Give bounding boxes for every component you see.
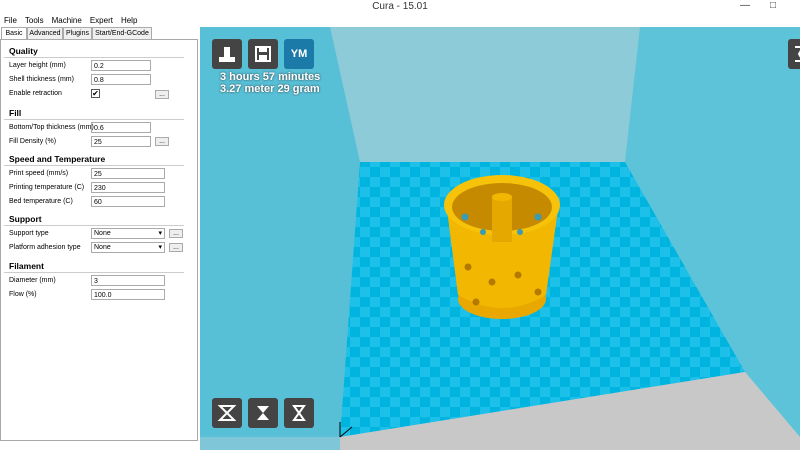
platform-adhesion-select[interactable]: None ▾ <box>91 242 165 253</box>
view-mode-button[interactable] <box>788 39 800 69</box>
section-filament: Filament <box>9 261 44 271</box>
chevron-down-icon: ▾ <box>158 244 162 251</box>
print-speed-input[interactable]: 25 <box>91 168 165 179</box>
layer-height-input[interactable]: 0.2 <box>91 60 151 71</box>
bed-temperature-label: Bed temperature (C) <box>9 198 73 205</box>
section-divider <box>4 225 184 226</box>
bed-temperature-input[interactable]: 60 <box>91 196 165 207</box>
menu-help[interactable]: Help <box>117 14 141 27</box>
section-speed-temperature: Speed and Temperature <box>9 154 106 164</box>
mirror-icon <box>292 405 306 421</box>
minimize-button[interactable]: — <box>734 0 756 14</box>
printing-temperature-input[interactable]: 230 <box>91 182 165 193</box>
rotate-button[interactable] <box>212 398 242 428</box>
print-speed-label: Print speed (mm/s) <box>9 170 69 177</box>
mirror-button[interactable] <box>284 398 314 428</box>
bottom-top-thickness-input[interactable]: 0.6 <box>91 122 151 133</box>
diameter-label: Diameter (mm) <box>9 277 56 284</box>
menu-tools[interactable]: Tools <box>21 14 48 27</box>
printing-temperature-label: Printing temperature (C) <box>9 184 85 191</box>
section-divider <box>4 165 184 166</box>
view-mode-icon <box>795 46 800 62</box>
fill-density-input[interactable]: 25 <box>91 136 151 147</box>
menu-machine[interactable]: Machine <box>48 14 86 27</box>
support-type-select[interactable]: None ▾ <box>91 228 165 239</box>
platform-adhesion-value: None <box>94 244 111 251</box>
rotate-icon <box>217 405 237 421</box>
chevron-down-icon: ▾ <box>158 230 162 237</box>
bottom-top-thickness-label: Bottom/Top thickness (mm) <box>9 124 94 131</box>
support-type-value: None <box>94 230 111 237</box>
platform-adhesion-label: Platform adhesion type <box>9 244 81 251</box>
flow-label: Flow (%) <box>9 291 37 298</box>
section-fill: Fill <box>9 108 22 118</box>
menu-file[interactable]: File <box>0 14 21 27</box>
enable-retraction-label: Enable retraction <box>9 90 62 97</box>
scale-icon <box>257 406 269 420</box>
retraction-more-button[interactable]: ... <box>155 90 169 99</box>
enable-retraction-checkbox[interactable]: ✔ <box>91 89 100 98</box>
model-cylinder[interactable] <box>444 175 560 319</box>
section-support: Support <box>9 214 42 224</box>
support-more-button[interactable]: ... <box>169 229 183 238</box>
title-bar: Cura - 15.01 — □ <box>0 0 800 14</box>
shell-thickness-input[interactable]: 0.8 <box>91 74 151 85</box>
section-divider <box>4 119 184 120</box>
print-material-text: 3.27 meter 29 gram <box>220 83 320 95</box>
window-title: Cura - 15.01 <box>372 1 428 12</box>
save-gcode-button[interactable] <box>248 39 278 69</box>
menu-bar: File Tools Machine Expert Help <box>0 14 200 27</box>
adhesion-more-button[interactable]: ... <box>169 243 183 252</box>
fill-more-button[interactable]: ... <box>155 137 169 146</box>
section-divider <box>4 272 184 273</box>
fill-density-label: Fill Density (%) <box>9 138 57 145</box>
layer-height-label: Layer height (mm) <box>9 62 66 69</box>
shell-thickness-label: Shell thickness (mm) <box>9 76 74 83</box>
flow-input[interactable]: 100.0 <box>91 289 165 300</box>
tab-plugins[interactable]: Plugins <box>63 27 92 39</box>
diameter-input[interactable]: 3 <box>91 275 165 286</box>
tab-start-end-gcode[interactable]: Start/End-GCode <box>92 27 152 39</box>
save-icon <box>255 46 271 62</box>
section-quality: Quality <box>9 46 38 56</box>
load-model-button[interactable] <box>212 39 242 69</box>
3d-viewport[interactable]: YM 3 hours 57 minutes 3.27 meter 29 gram <box>200 27 800 450</box>
menu-expert[interactable]: Expert <box>86 14 117 27</box>
settings-panel: Quality Layer height (mm) 0.2 Shell thic… <box>0 39 198 441</box>
print-time-text: 3 hours 57 minutes <box>220 71 321 83</box>
tab-advanced[interactable]: Advanced <box>27 27 63 39</box>
maximize-button[interactable]: □ <box>762 0 784 14</box>
settings-tabs: Basic Advanced Plugins Start/End-GCode <box>0 27 200 40</box>
youmagine-button[interactable]: YM <box>284 39 314 69</box>
back-wall <box>330 27 640 162</box>
load-icon <box>219 47 235 62</box>
support-type-label: Support type <box>9 230 49 237</box>
section-divider <box>4 57 184 58</box>
scale-button[interactable] <box>248 398 278 428</box>
